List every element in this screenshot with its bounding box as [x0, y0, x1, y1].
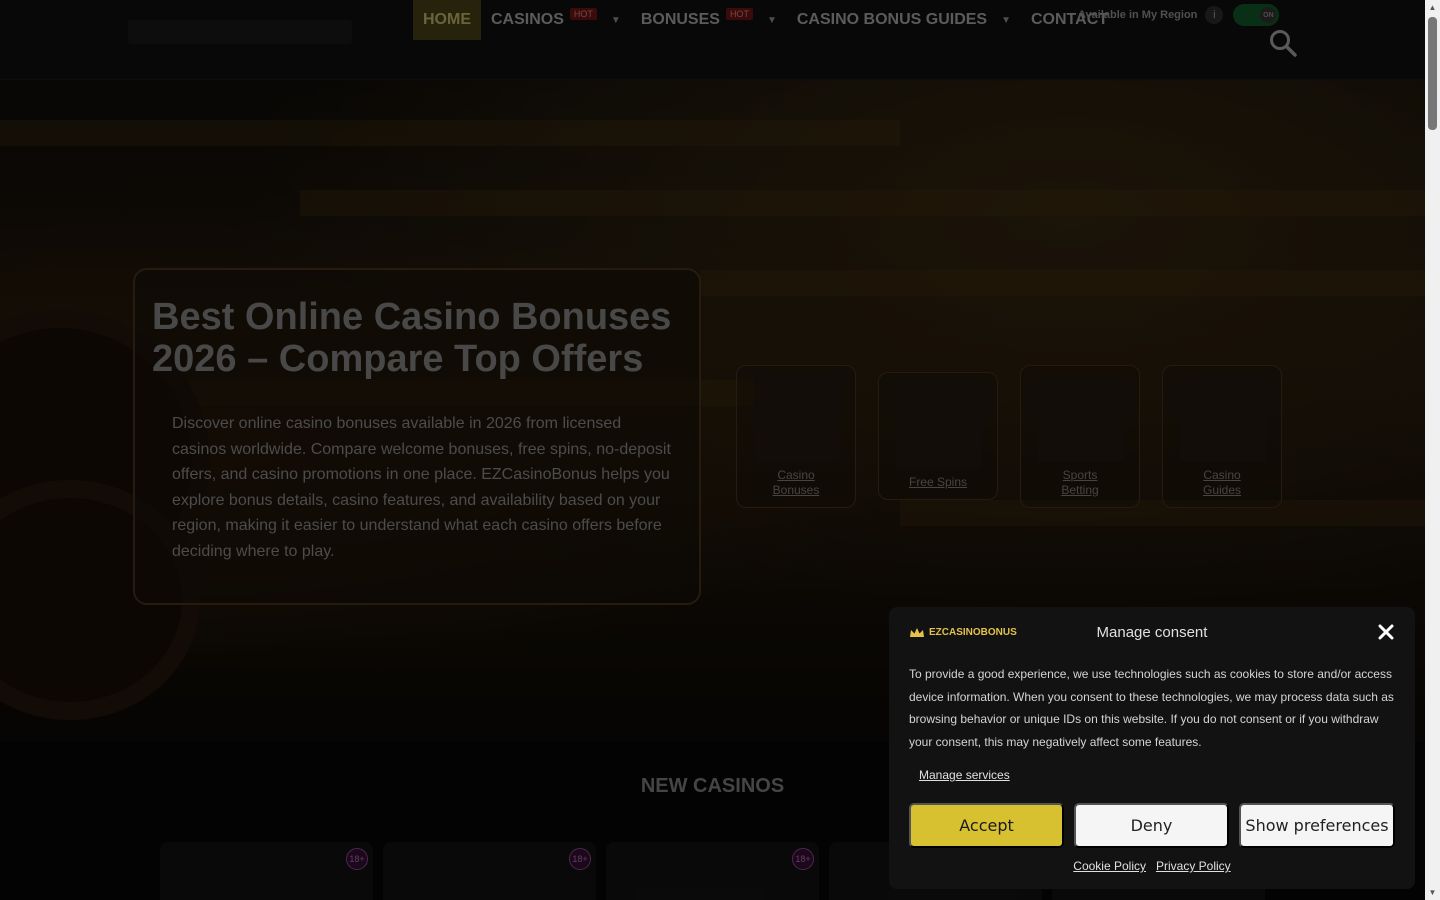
scroll-up-icon[interactable]: ▲ [1425, 0, 1440, 15]
page: HOME CASINOS HOT ▼ BONUSES HOT ▼ CASINO … [0, 0, 1440, 900]
cookie-consent-dialog: EZCASINOBONUS Manage consent To provide … [889, 607, 1415, 889]
cookie-policy-link[interactable]: Cookie Policy [1073, 859, 1146, 873]
manage-services-link[interactable]: Manage services [919, 768, 1010, 782]
deny-button[interactable]: Deny [1074, 803, 1229, 848]
consent-title: Manage consent [1096, 624, 1208, 641]
accept-button[interactable]: Accept [909, 803, 1064, 848]
consent-policy-links: Cookie Policy Privacy Policy [889, 859, 1415, 873]
scroll-down-icon[interactable]: ▼ [1425, 885, 1440, 900]
consent-body-text: To provide a good experience, we use tec… [909, 667, 1394, 749]
privacy-policy-link[interactable]: Privacy Policy [1156, 859, 1231, 873]
show-preferences-button[interactable]: Show preferences [1239, 803, 1395, 848]
scrollbar-thumb[interactable] [1428, 17, 1437, 130]
close-icon[interactable] [1377, 623, 1395, 641]
page-scrollbar[interactable]: ▲ ▼ [1425, 0, 1440, 900]
